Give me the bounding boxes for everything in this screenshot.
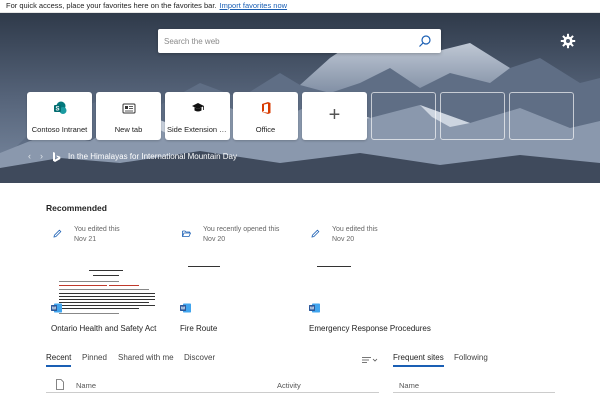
quick-link-label: New tab: [114, 125, 143, 134]
quick-link-new-tab[interactable]: New tab: [96, 92, 161, 140]
favorites-bar: For quick access, place your favorites h…: [0, 0, 600, 13]
quick-link-label: Side Extension S...: [167, 125, 228, 134]
news-icon: [122, 103, 135, 114]
quick-link-label: Contoso Intranet: [31, 125, 88, 134]
card-document-name: Fire Route: [180, 324, 218, 333]
column-header-activity[interactable]: Activity: [277, 381, 301, 390]
quick-link-side-extension[interactable]: Side Extension S...: [165, 92, 230, 140]
column-header-name[interactable]: Name: [399, 381, 419, 390]
card-document-name: Emergency Response Procedures: [309, 324, 431, 333]
search-icon[interactable]: [418, 34, 432, 48]
empty-quick-link-slot: [440, 92, 505, 140]
recommended-card[interactable]: You edited this Nov 20 W Emergency Respo…: [304, 223, 431, 339]
file-tabs-area: Recent Pinned Shared with me Discover Fr…: [0, 351, 600, 400]
bing-logo-icon: [53, 152, 61, 162]
card-activity: You edited this: [332, 226, 378, 233]
word-document-icon: W: [51, 303, 62, 313]
column-header-name[interactable]: Name: [76, 381, 96, 390]
sharepoint-icon: S: [53, 101, 66, 114]
card-activity: You edited this: [74, 226, 120, 233]
recommended-card[interactable]: You edited this Nov 21 W Ontario Health …: [46, 223, 171, 339]
plus-icon: +: [328, 104, 341, 126]
search-box: [158, 29, 441, 53]
recommended-section: Recommended You edited this Nov 21 W Ont…: [0, 183, 600, 400]
tab-frequent-sites[interactable]: Frequent sites: [393, 353, 444, 367]
search-input[interactable]: [158, 29, 408, 53]
image-caption-link[interactable]: In the Himalayas for International Mount…: [68, 152, 237, 161]
empty-quick-link-slot: [371, 92, 436, 140]
favorites-bar-message: For quick access, place your favorites h…: [6, 1, 217, 10]
section-title: Recommended: [46, 203, 107, 213]
tab-following[interactable]: Following: [454, 353, 488, 365]
graduation-cap-icon: [191, 103, 204, 112]
card-date: Nov 20: [332, 236, 355, 243]
card-activity: You recently opened this: [203, 226, 280, 233]
file-list-header: Name Activity: [46, 379, 379, 393]
recommended-card[interactable]: You recently opened this Nov 20 W Fire R…: [175, 223, 300, 339]
quick-link-office[interactable]: Office: [233, 92, 298, 140]
empty-quick-link-slot: [509, 92, 574, 140]
word-document-icon: W: [309, 303, 320, 313]
quick-link-label: Office: [255, 125, 276, 134]
tab-pinned[interactable]: Pinned: [82, 353, 107, 365]
card-date: Nov 21: [74, 236, 97, 243]
background-image: S Contoso Intranet New tab Side Extensio…: [0, 13, 600, 183]
pencil-icon: [53, 229, 62, 238]
file-type-icon: [56, 379, 64, 390]
svg-text:S: S: [55, 107, 59, 113]
pencil-icon: [311, 229, 320, 238]
card-date: Nov 20: [203, 236, 226, 243]
gear-icon[interactable]: [560, 33, 576, 49]
sites-list-header: Name: [393, 379, 555, 393]
quick-link-contoso-intranet[interactable]: S Contoso Intranet: [27, 92, 92, 140]
sort-options-icon[interactable]: [362, 356, 378, 364]
office-icon: [261, 102, 270, 114]
add-quick-link-button[interactable]: +: [302, 92, 367, 140]
import-favorites-link[interactable]: Import favorites now: [220, 1, 288, 10]
tab-shared-with-me[interactable]: Shared with me: [118, 353, 174, 365]
next-image-button[interactable]: ›: [40, 151, 43, 161]
folder-open-icon: [182, 230, 191, 237]
previous-image-button[interactable]: ‹: [28, 151, 31, 161]
word-document-icon: W: [180, 303, 191, 313]
tab-recent[interactable]: Recent: [46, 353, 72, 367]
card-document-name: Ontario Health and Safety Act: [51, 324, 157, 333]
tab-discover[interactable]: Discover: [184, 353, 215, 365]
